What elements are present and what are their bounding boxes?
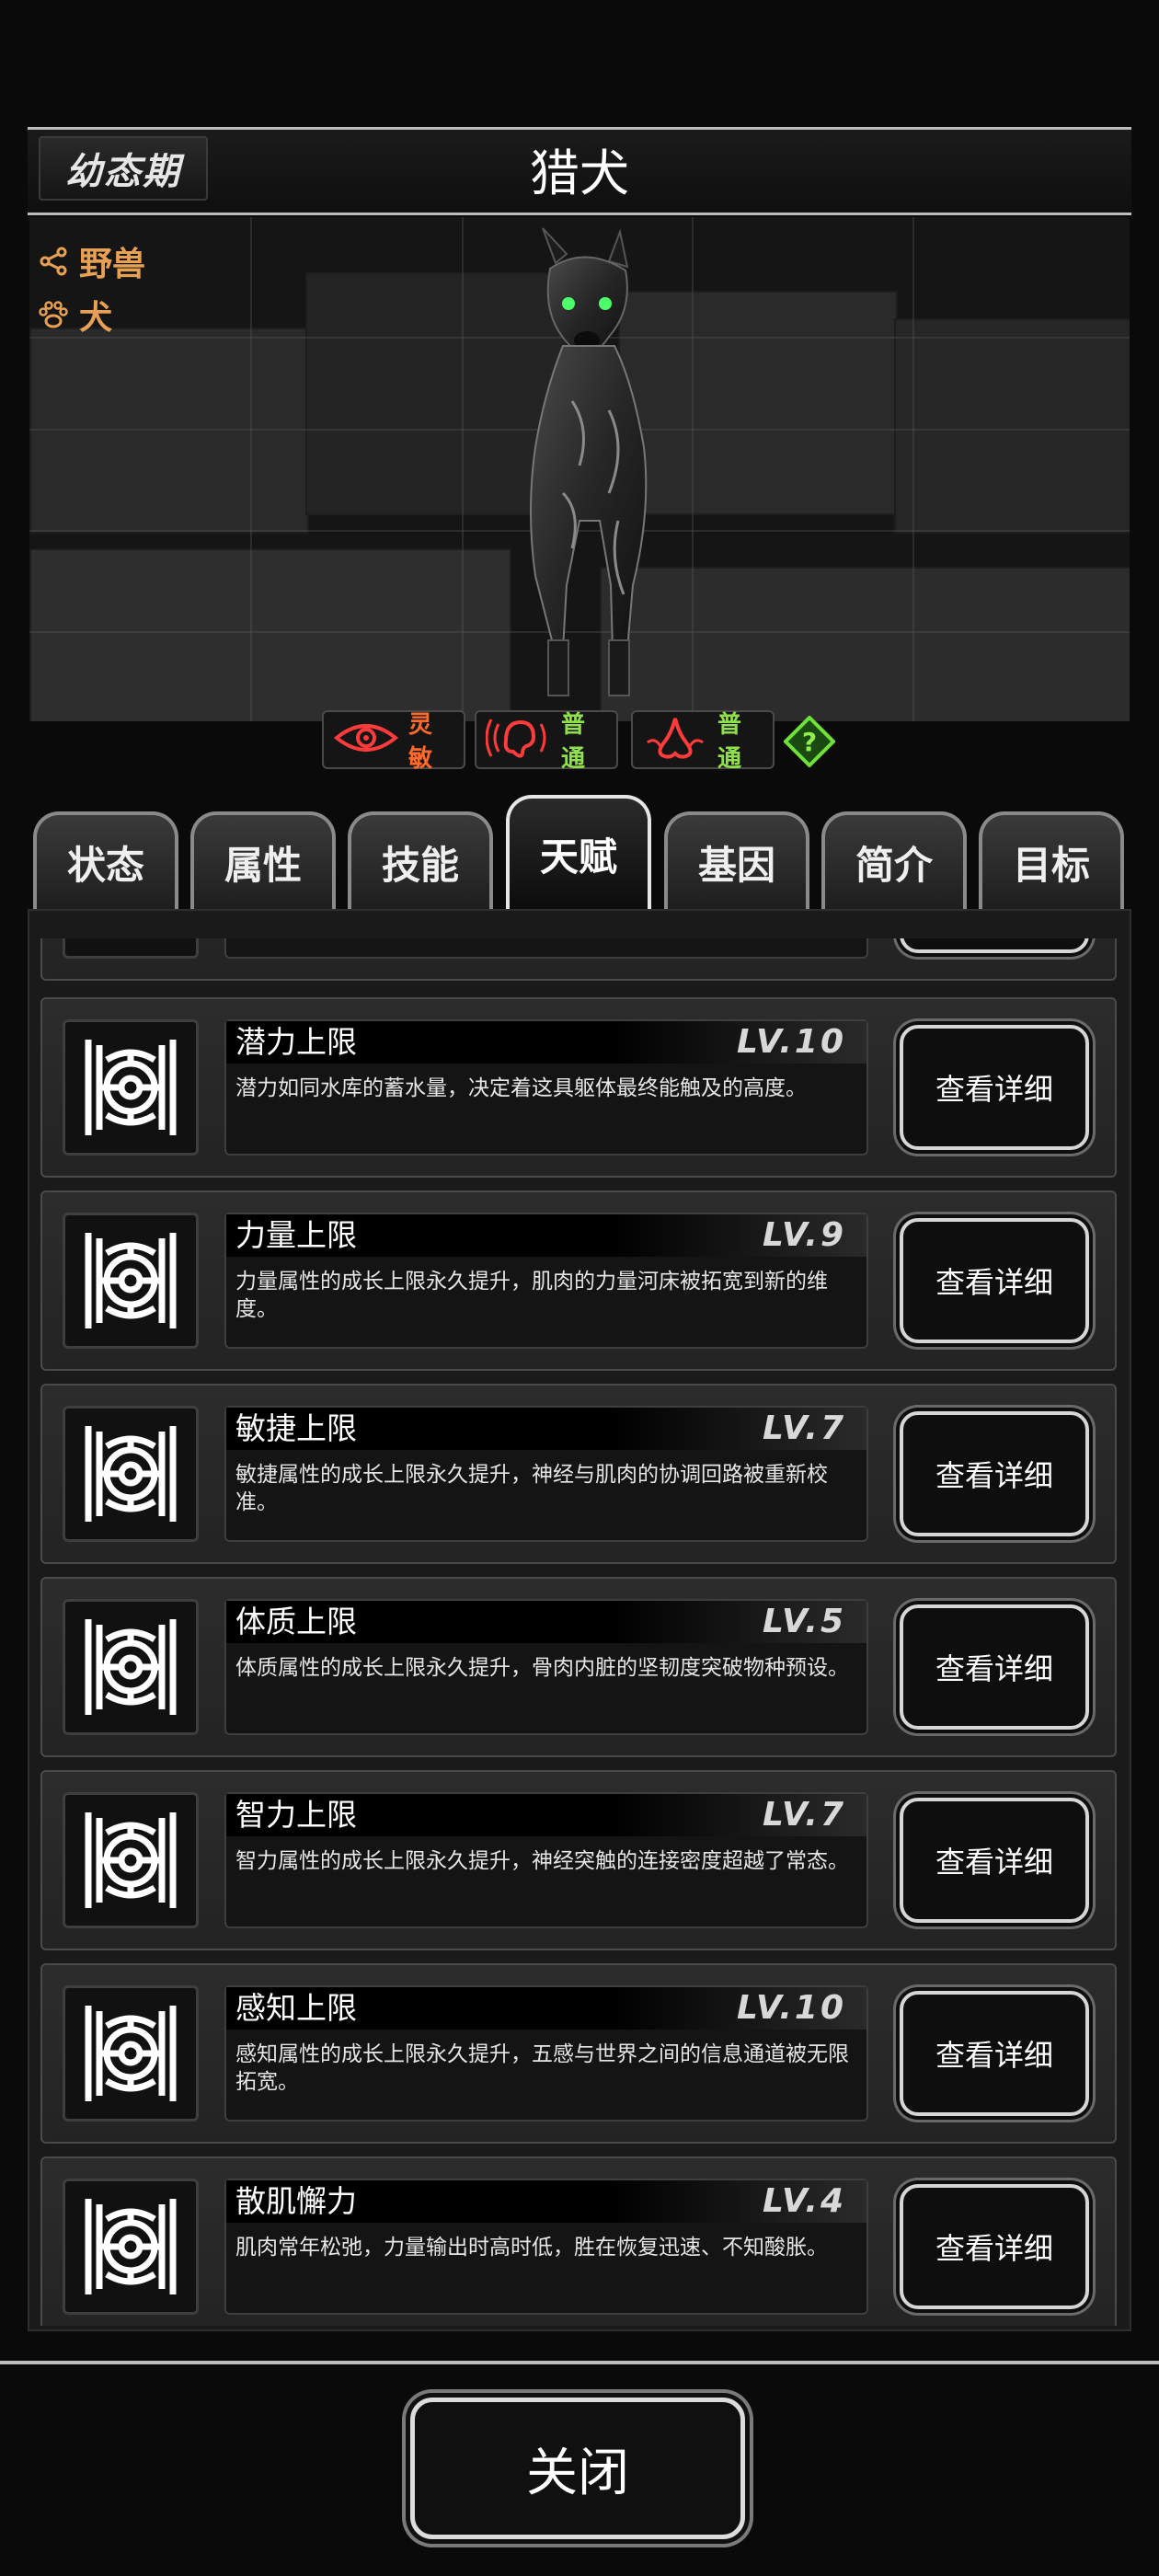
sense-sight[interactable]: 灵敏 bbox=[322, 710, 465, 773]
talent-info: 力量上限 LV.9 力量属性的成长上限永久提升，肌肉的力量河床被拓宽到新的维度。 bbox=[224, 1213, 868, 1349]
talent-name: 敏捷上限 bbox=[235, 1410, 357, 1446]
talent-card: 敏捷上限 LV.7 敏捷属性的成长上限永久提升，神经与肌肉的协调回路被重新校准。… bbox=[40, 1384, 1117, 1564]
talent-card: 散肌懈力 LV.4 肌肉常年松弛，力量输出时高时低，胜在恢复迅速、不知酸胀。 查… bbox=[40, 2156, 1117, 2326]
talent-name: 智力上限 bbox=[235, 1797, 357, 1833]
eye-icon bbox=[333, 718, 399, 762]
talent-emblem-icon bbox=[63, 1406, 199, 1542]
talent-name: 散肌懈力 bbox=[235, 2183, 357, 2219]
talent-info bbox=[224, 938, 868, 959]
talent-level: LV.10 bbox=[736, 1023, 846, 1061]
talent-emblem-icon bbox=[63, 2179, 199, 2315]
talent-description: 力量属性的成长上限永久提升，肌肉的力量河床被拓宽到新的维度。 bbox=[235, 1270, 828, 1321]
hound-figure bbox=[530, 227, 648, 696]
tag-label: 野兽 bbox=[79, 246, 146, 283]
talent-name: 力量上限 bbox=[235, 1217, 357, 1253]
talent-level: LV.7 bbox=[763, 1796, 846, 1834]
footer-divider bbox=[0, 2361, 1159, 2364]
growth-stage-badge: 幼态期 bbox=[39, 136, 208, 201]
view-details-button[interactable]: 查看详细 bbox=[900, 1411, 1089, 1536]
tab-profile[interactable]: 简介 bbox=[821, 811, 967, 909]
tab-skills[interactable]: 技能 bbox=[348, 811, 493, 909]
talent-level: LV.9 bbox=[763, 1216, 846, 1254]
talent-description: 敏捷属性的成长上限永久提升，神经与肌肉的协调回路被重新校准。 bbox=[235, 1463, 828, 1514]
tab-attributes[interactable]: 属性 bbox=[190, 811, 336, 909]
close-button[interactable]: 关闭 bbox=[410, 2398, 745, 2539]
sense-smell-level: 普通 bbox=[717, 711, 742, 773]
tab-goals[interactable]: 目标 bbox=[979, 811, 1124, 909]
tab-talents[interactable]: 天赋 bbox=[506, 795, 651, 909]
creature-name: 猎犬 bbox=[530, 144, 629, 202]
talent-level: LV.7 bbox=[763, 1409, 846, 1447]
ear-icon bbox=[485, 715, 552, 765]
view-details-button[interactable]: 查看详细 bbox=[900, 1798, 1089, 1923]
talent-description: 感知属性的成长上限永久提升，五感与世界之间的信息通道被无限拓宽。 bbox=[235, 2042, 849, 2094]
talent-emblem-icon bbox=[63, 1599, 199, 1735]
talent-level: LV.4 bbox=[763, 2182, 846, 2220]
talent-description: 潜力如同水库的蓄水量，决定着这具躯体最终能触及的高度。 bbox=[235, 1076, 807, 1100]
creature-preview: 野兽 犬 bbox=[29, 217, 1130, 721]
talent-description: 肌肉常年松弛，力量输出时高时低，胜在恢复迅速、不知酸胀。 bbox=[235, 2236, 828, 2260]
view-details-button[interactable]: 查看详细 bbox=[900, 2184, 1089, 2309]
talent-info: 散肌懈力 LV.4 肌肉常年松弛，力量输出时高时低，胜在恢复迅速、不知酸胀。 bbox=[224, 2179, 868, 2315]
view-details-button[interactable] bbox=[900, 938, 1089, 953]
talent-name: 潜力上限 bbox=[235, 1024, 357, 1060]
svg-text:?: ? bbox=[802, 727, 817, 757]
sense-hearing-level: 普通 bbox=[561, 711, 586, 773]
talent-card: 智力上限 LV.7 智力属性的成长上限永久提升，神经突触的连接密度超越了常态。 … bbox=[40, 1770, 1117, 1950]
view-details-button[interactable]: 查看详细 bbox=[900, 1025, 1089, 1150]
talent-card-partial bbox=[40, 938, 1117, 981]
talent-emblem-icon bbox=[63, 1792, 199, 1928]
talent-info: 敏捷上限 LV.7 敏捷属性的成长上限永久提升，神经与肌肉的协调回路被重新校准。 bbox=[224, 1406, 868, 1542]
talent-name: 体质上限 bbox=[235, 1604, 357, 1639]
talent-info: 体质上限 LV.5 体质属性的成长上限永久提升，骨肉内脏的坚韧度突破物种预设。 bbox=[224, 1599, 868, 1735]
tab-status[interactable]: 状态 bbox=[33, 811, 178, 909]
view-details-button[interactable]: 查看详细 bbox=[900, 1604, 1089, 1730]
tag-canine: 犬 bbox=[37, 291, 112, 339]
sense-smell[interactable]: 普通 bbox=[631, 710, 775, 773]
nose-icon bbox=[642, 715, 708, 765]
talent-card: 感知上限 LV.10 感知属性的成长上限永久提升，五感与世界之间的信息通道被无限… bbox=[40, 1963, 1117, 2144]
paw-icon bbox=[37, 298, 70, 331]
tab-genes[interactable]: 基因 bbox=[664, 811, 809, 909]
talent-emblem-icon bbox=[63, 1985, 199, 2122]
tag-wild-beast: 野兽 bbox=[37, 237, 145, 285]
question-icon[interactable]: ? bbox=[783, 715, 836, 768]
talent-info: 潜力上限 LV.10 潜力如同水库的蓄水量，决定着这具躯体最终能触及的高度。 bbox=[224, 1019, 868, 1156]
talent-card: 体质上限 LV.5 体质属性的成长上限永久提升，骨肉内脏的坚韧度突破物种预设。 … bbox=[40, 1577, 1117, 1757]
talent-emblem-icon bbox=[63, 1019, 199, 1156]
talent-emblem-icon bbox=[63, 938, 199, 959]
share-icon bbox=[37, 245, 70, 278]
view-details-button[interactable]: 查看详细 bbox=[900, 1991, 1089, 2116]
talent-info: 智力上限 LV.7 智力属性的成长上限永久提升，神经突触的连接密度超越了常态。 bbox=[224, 1792, 868, 1928]
sense-sight-level: 灵敏 bbox=[408, 711, 433, 773]
tag-label: 犬 bbox=[79, 299, 113, 337]
view-details-button[interactable]: 查看详细 bbox=[900, 1218, 1089, 1343]
talent-description: 智力属性的成长上限永久提升，神经突触的连接密度超越了常态。 bbox=[235, 1849, 849, 1873]
talent-name: 感知上限 bbox=[235, 1990, 357, 2026]
talent-card: 力量上限 LV.9 力量属性的成长上限永久提升，肌肉的力量河床被拓宽到新的维度。… bbox=[40, 1190, 1117, 1371]
talent-info: 感知上限 LV.10 感知属性的成长上限永久提升，五感与世界之间的信息通道被无限… bbox=[224, 1985, 868, 2122]
talent-list[interactable]: 潜力上限 LV.10 潜力如同水库的蓄水量，决定着这具躯体最终能触及的高度。 查… bbox=[37, 938, 1119, 2326]
talent-card: 潜力上限 LV.10 潜力如同水库的蓄水量，决定着这具躯体最终能触及的高度。 查… bbox=[40, 997, 1117, 1178]
talent-level: LV.5 bbox=[763, 1603, 846, 1640]
talent-emblem-icon bbox=[63, 1213, 199, 1349]
talent-level: LV.10 bbox=[736, 1989, 846, 2027]
sense-hearing[interactable]: 普通 bbox=[475, 710, 618, 773]
talent-description: 体质属性的成长上限永久提升，骨肉内脏的坚韧度突破物种预设。 bbox=[235, 1656, 849, 1680]
